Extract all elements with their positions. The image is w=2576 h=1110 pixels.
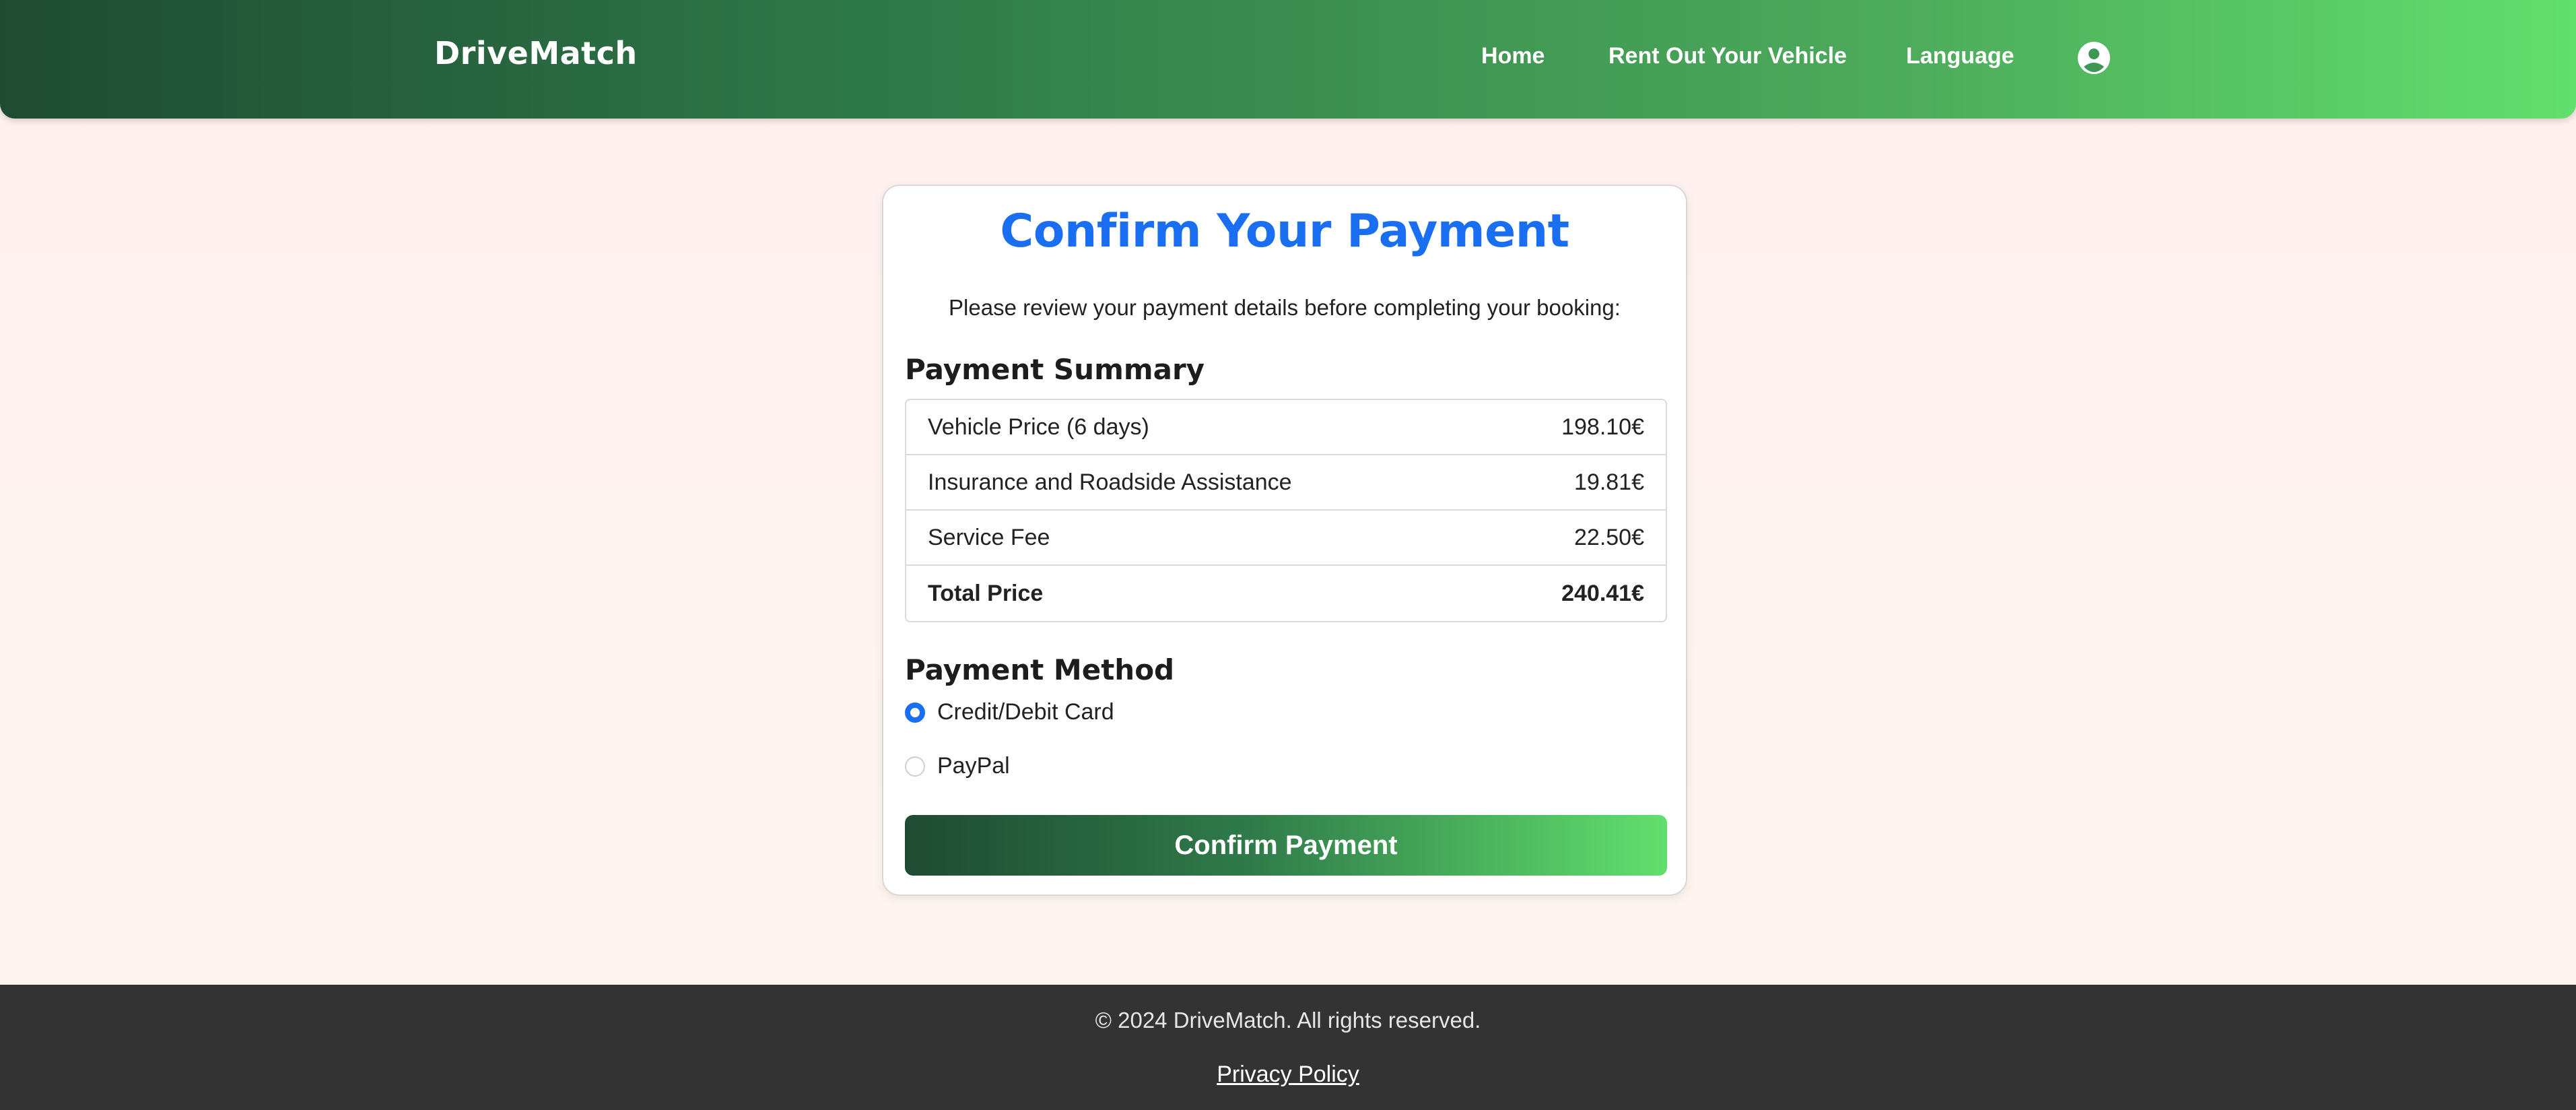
payment-summary-table: Vehicle Price (6 days) 198.10€ Insurance… [905, 399, 1667, 622]
payment-method-heading: Payment Method [905, 653, 1175, 686]
page-title: Confirm Your Payment [1000, 205, 1569, 258]
brand-logo[interactable]: DriveMatch [434, 35, 638, 71]
nav-link-language[interactable]: Language [1906, 43, 2014, 69]
copyright-text: © 2024 DriveMatch. All rights reserved. [1095, 1008, 1481, 1033]
summary-label: Insurance and Roadside Assistance [928, 469, 1292, 495]
summary-row-vehicle-price: Vehicle Price (6 days) 198.10€ [906, 400, 1666, 455]
payment-card: Confirm Your Payment Please review your … [882, 185, 1687, 896]
summary-value: 198.10€ [1561, 414, 1644, 440]
nav-link-rent-out-vehicle[interactable]: Rent Out Your Vehicle [1608, 43, 1847, 69]
top-navbar: DriveMatch Home Rent Out Your Vehicle La… [0, 0, 2576, 119]
summary-label: Total Price [928, 580, 1044, 606]
payment-option-label: PayPal [937, 753, 1010, 779]
confirm-payment-button[interactable]: Confirm Payment [905, 815, 1667, 876]
summary-value: 19.81€ [1574, 469, 1644, 495]
radio-paypal[interactable] [905, 756, 925, 777]
nav-link-home[interactable]: Home [1481, 43, 1545, 69]
radio-credit-card[interactable] [905, 702, 925, 723]
summary-row-total: Total Price 240.41€ [906, 566, 1666, 621]
summary-row-insurance: Insurance and Roadside Assistance 19.81€ [906, 455, 1666, 511]
footer: © 2024 DriveMatch. All rights reserved. … [0, 985, 2576, 1110]
summary-value: 240.41€ [1561, 580, 1644, 606]
payment-option-paypal[interactable]: PayPal [905, 753, 1010, 779]
summary-label: Service Fee [928, 524, 1050, 550]
payment-summary-heading: Payment Summary [905, 353, 1205, 386]
summary-label: Vehicle Price (6 days) [928, 414, 1149, 440]
intro-text: Please review your payment details befor… [949, 295, 1621, 320]
user-circle-icon[interactable] [2077, 41, 2111, 75]
summary-row-service-fee: Service Fee 22.50€ [906, 511, 1666, 566]
payment-option-label: Credit/Debit Card [937, 699, 1114, 725]
summary-value: 22.50€ [1574, 524, 1644, 550]
privacy-policy-link[interactable]: Privacy Policy [0, 1062, 2576, 1088]
payment-option-card[interactable]: Credit/Debit Card [905, 699, 1114, 725]
